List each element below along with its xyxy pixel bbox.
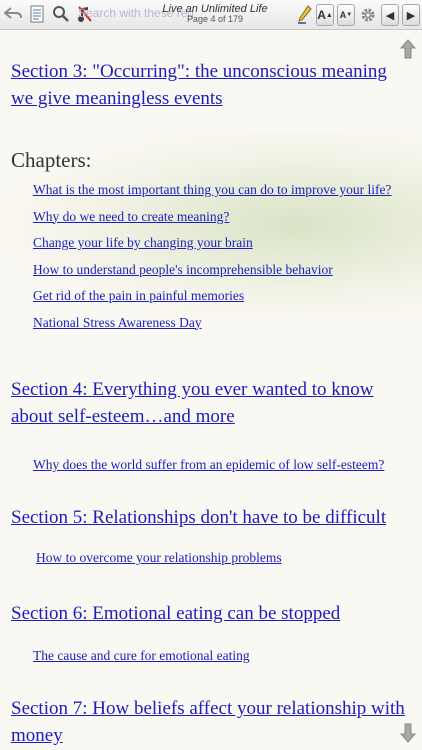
section-6-link[interactable]: Section 6: Emotional eating can be stopp… [11,600,411,627]
chapters-heading: Chapters: [11,148,92,172]
table-of-contents-icon[interactable] [26,2,48,26]
previous-page-button[interactable]: ◀ [381,4,399,26]
chapter-link[interactable]: The cause and cure for emotional eating [33,648,250,663]
chapter-link[interactable]: Get rid of the pain in painful memories [33,288,244,303]
chapter-link[interactable]: How to overcome your relationship proble… [36,550,282,565]
font-smaller-button[interactable]: A ▼ [337,4,355,26]
chapter-link[interactable]: How to understand people's incomprehensi… [33,262,333,277]
scroll-up-arrow-icon[interactable] [399,38,417,60]
chevron-left-icon: ◀ [385,9,395,22]
table-of-contents: Section 3: "Occurring": the unconscious … [11,58,411,749]
reader-toolbar: Search with these reg Live an Unlimited … [0,0,422,30]
section-3-chapter-list: What is the most important thing you can… [11,177,411,336]
chapter-link[interactable]: National Stress Awareness Day [33,315,202,330]
chapter-link[interactable]: What is the most important thing you can… [33,182,391,197]
section-3-link[interactable]: Section 3: "Occurring": the unconscious … [11,58,411,112]
next-page-button[interactable]: ▶ [402,4,420,26]
gear-icon[interactable] [358,3,378,27]
font-larger-button[interactable]: A ▲ [316,4,334,26]
section-7-link[interactable]: Section 7: How beliefs affect your relat… [11,695,411,749]
highlight-pen-icon[interactable] [295,3,313,27]
chevron-right-icon: ▶ [406,9,416,22]
section-5-link[interactable]: Section 5: Relationships don't have to b… [11,504,411,531]
book-title-area: Live an Unlimited Life Page 4 of 179 [150,3,280,25]
section-4-link[interactable]: Section 4: Everything you ever wanted to… [11,376,411,430]
page-indicator: Page 4 of 179 [186,14,244,25]
back-icon[interactable] [2,2,24,26]
chapter-link[interactable]: Why does the world suffer from an epidem… [33,457,384,472]
chapter-link[interactable]: Change your life by changing your brain [33,235,253,250]
chapter-link[interactable]: Why do we need to create meaning? [33,209,229,224]
font-larger-label: A [317,8,326,22]
search-icon[interactable] [50,2,72,26]
